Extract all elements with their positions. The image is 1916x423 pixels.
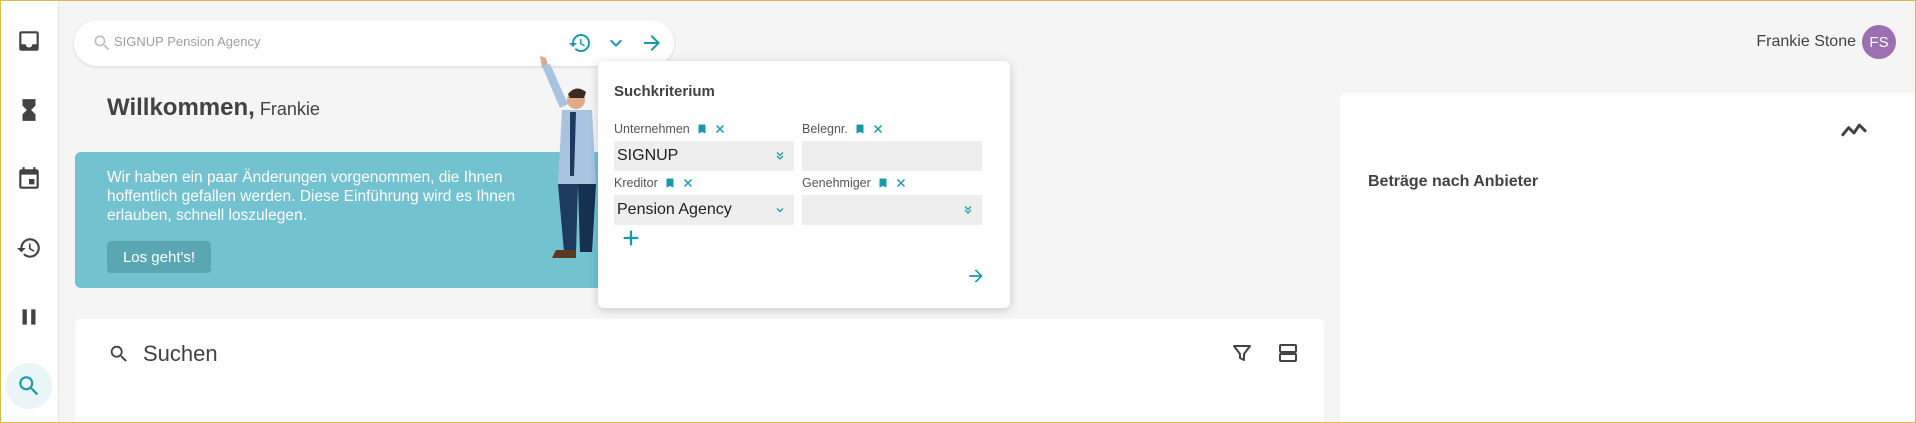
double-chevron-down-icon bbox=[964, 206, 972, 214]
kreditor-select[interactable]: Pension Agency bbox=[614, 195, 794, 225]
sidebar-item-history[interactable] bbox=[6, 225, 52, 271]
view-agenda-icon[interactable] bbox=[1276, 341, 1300, 365]
start-tour-button[interactable]: Los geht's! bbox=[107, 241, 211, 273]
user-menu[interactable]: Frankie Stone FS bbox=[1756, 25, 1896, 59]
search-query-text[interactable]: SIGNUP Pension Agency bbox=[114, 34, 260, 49]
search-panel-title: Suchen bbox=[143, 341, 218, 366]
double-chevron-down-icon bbox=[776, 152, 784, 160]
inbox-icon bbox=[19, 31, 39, 51]
field-label: Belegnr. bbox=[802, 122, 848, 136]
pause-icon bbox=[22, 309, 36, 325]
bookmark-icon[interactable] bbox=[877, 177, 889, 189]
welcome-user-name: Frankie bbox=[259, 99, 320, 119]
close-icon[interactable] bbox=[895, 177, 907, 189]
field-label: Unternehmen bbox=[614, 122, 690, 136]
search-panel: Suchen bbox=[75, 319, 1324, 423]
filter-icon[interactable] bbox=[1230, 341, 1254, 365]
unternehmen-select[interactable]: SIGNUP bbox=[614, 141, 794, 171]
search-icon bbox=[19, 376, 39, 396]
bookmark-icon[interactable] bbox=[854, 123, 866, 135]
arrow-right-icon[interactable] bbox=[640, 31, 664, 55]
field-label: Genehmiger bbox=[802, 176, 871, 190]
field-kreditor: Kreditor Pension Agency bbox=[614, 175, 794, 225]
field-value: SIGNUP bbox=[617, 147, 679, 164]
genehmiger-select[interactable] bbox=[802, 195, 982, 225]
close-icon[interactable] bbox=[714, 123, 726, 135]
search-criteria-popup: Suchkriterium Unternehmen SIGNUP Belegnr… bbox=[598, 61, 1010, 308]
trending-line-icon[interactable] bbox=[1838, 113, 1870, 145]
calendar-icon bbox=[19, 167, 39, 189]
field-value: Pension Agency bbox=[617, 201, 732, 218]
sidebar-item-calendar[interactable] bbox=[6, 156, 52, 202]
bookmark-icon[interactable] bbox=[696, 123, 708, 135]
close-icon[interactable] bbox=[682, 177, 694, 189]
sidebar-item-paused[interactable] bbox=[6, 294, 52, 340]
popup-title: Suchkriterium bbox=[614, 83, 715, 100]
welcome-heading: Willkommen, Frankie bbox=[107, 94, 320, 122]
search-icon bbox=[110, 345, 127, 362]
hourglass-icon bbox=[22, 99, 36, 121]
search-icon bbox=[94, 35, 110, 51]
chevron-down-icon bbox=[776, 208, 784, 213]
close-icon[interactable] bbox=[872, 123, 884, 135]
welcome-greeting: Willkommen, bbox=[107, 94, 255, 121]
field-genehmiger: Genehmiger bbox=[802, 175, 982, 225]
vendor-amounts-card: Beträge nach Anbieter bbox=[1340, 93, 1916, 423]
sidebar bbox=[0, 0, 59, 423]
user-name: Frankie Stone bbox=[1756, 33, 1856, 50]
sidebar-item-search[interactable] bbox=[6, 363, 52, 409]
add-criterion-icon[interactable] bbox=[620, 227, 642, 249]
vendor-amounts-title: Beträge nach Anbieter bbox=[1368, 173, 1539, 190]
history-icon[interactable] bbox=[568, 31, 592, 55]
bookmark-icon[interactable] bbox=[664, 177, 676, 189]
field-unternehmen: Unternehmen SIGNUP bbox=[614, 121, 794, 171]
history-icon bbox=[17, 238, 40, 258]
field-belegnr: Belegnr. bbox=[802, 121, 982, 171]
sidebar-item-inbox[interactable] bbox=[6, 18, 52, 64]
field-label: Kreditor bbox=[614, 176, 658, 190]
sidebar-item-pending[interactable] bbox=[6, 87, 52, 133]
chevron-down-icon[interactable] bbox=[604, 31, 628, 55]
banner-message: Wir haben ein paar Änderungen vorgenomme… bbox=[107, 169, 516, 224]
arrow-right-icon[interactable] bbox=[966, 266, 986, 286]
avatar[interactable]: FS bbox=[1862, 25, 1896, 59]
belegnr-input[interactable] bbox=[802, 141, 982, 171]
